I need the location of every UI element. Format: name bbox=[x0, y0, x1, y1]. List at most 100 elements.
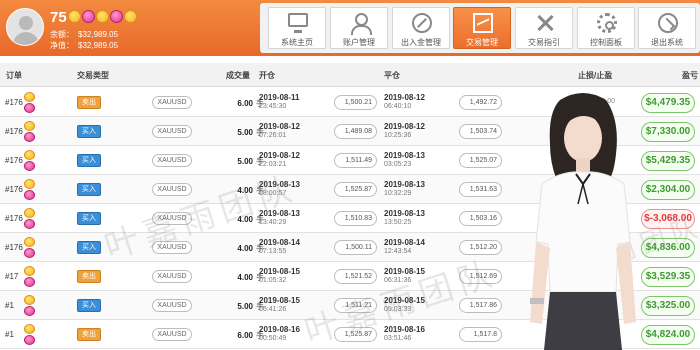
emoji-icon bbox=[24, 150, 38, 172]
open-datetime: 2019-08-14 07:13:55 bbox=[259, 238, 300, 256]
profit-badge: $5,429.35 bbox=[641, 151, 695, 171]
open-time: 00:50:49 bbox=[259, 335, 287, 342]
profit-badge: $7,330.00 bbox=[641, 122, 695, 142]
profit-badge: $2,304.00 bbox=[641, 180, 695, 200]
user-name-text: 75 bbox=[50, 9, 67, 26]
close-datetime: 2019-08-13 03:05:23 bbox=[384, 151, 425, 169]
volume-value: 5.00 bbox=[237, 302, 253, 311]
trade-type-badge: 买入 bbox=[77, 125, 101, 138]
open-price-pill: 1,500.21 bbox=[334, 95, 377, 110]
open-price-pill: 1,525.87 bbox=[334, 182, 377, 197]
emoji-icon bbox=[123, 10, 137, 23]
open-datetime: 2019-08-15 06:41:26 bbox=[259, 296, 300, 314]
symbol-pill: XAUUSD bbox=[152, 270, 192, 283]
nav-account[interactable]: 账户管理 bbox=[330, 7, 388, 49]
symbol-pill: XAUUSD bbox=[152, 299, 192, 312]
open-date: 2019-08-12 bbox=[259, 151, 300, 160]
header-order: 订单 bbox=[6, 71, 22, 80]
balance-value: $32,989.05 bbox=[78, 30, 119, 39]
close-datetime: 2019-08-13 13:50:25 bbox=[384, 209, 425, 227]
nav-logout[interactable]: 退出系统 bbox=[638, 7, 696, 49]
volume-cell: 6.00 手 bbox=[204, 98, 264, 109]
top-bar: 75 余额： $32,989.05 净值： $32,989.05 系统主页 账户管理… bbox=[0, 0, 700, 56]
volume-cell: 5.00 手 bbox=[204, 127, 264, 138]
symbol-pill: XAUUSD bbox=[152, 125, 192, 138]
close-time: 06:40:10 bbox=[384, 103, 412, 110]
open-date: 2019-08-15 bbox=[259, 267, 300, 276]
nav-funds[interactable]: 出入金管理 bbox=[392, 7, 450, 49]
avatar-body-shape bbox=[13, 32, 39, 45]
tools-icon bbox=[535, 13, 555, 33]
open-price-pill: 1,489.08 bbox=[334, 124, 377, 139]
nav-guide[interactable]: 交易指引 bbox=[515, 7, 573, 49]
balance-label: 余额： bbox=[50, 30, 74, 39]
close-price-pill: 1,503.16 bbox=[459, 211, 502, 226]
trade-type-badge: 卖出 bbox=[77, 96, 101, 109]
equity-value: $32,989.05 bbox=[78, 41, 119, 50]
close-time: 13:50:25 bbox=[384, 219, 412, 226]
close-date: 2019-08-13 bbox=[384, 151, 425, 160]
close-datetime: 2019-08-14 12:43:54 bbox=[384, 238, 425, 256]
close-price-pill: 1,531.63 bbox=[459, 182, 502, 197]
nav-label: 系统主页 bbox=[281, 38, 313, 47]
table-header: 订单 交易类型 成交量 开仓 平仓 止损/止盈 盈亏 bbox=[0, 63, 700, 87]
close-price-pill: 1,517.8 bbox=[459, 327, 502, 342]
balance-line: 余额： $32,989.05 bbox=[50, 29, 118, 40]
header-volume: 成交量 bbox=[226, 71, 250, 80]
equity-label: 净值： bbox=[50, 41, 74, 50]
emoji-icon bbox=[24, 324, 38, 346]
close-datetime: 2019-08-12 06:40:10 bbox=[384, 93, 425, 111]
trade-type-badge: 买入 bbox=[77, 299, 101, 312]
close-time: 03:05:23 bbox=[384, 161, 412, 168]
nav-home[interactable]: 系统主页 bbox=[268, 7, 326, 49]
close-date: 2019-08-13 bbox=[384, 209, 425, 218]
volume-value: 4.00 bbox=[237, 244, 253, 253]
profit-badge: $3,529.35 bbox=[641, 267, 695, 287]
user-name: 75 bbox=[50, 9, 137, 26]
model-photo bbox=[530, 93, 636, 350]
close-price-pill: 1,492.72 bbox=[459, 95, 502, 110]
open-time: 06:41:26 bbox=[259, 306, 287, 313]
emoji-icon bbox=[24, 266, 38, 288]
volume-value: 6.00 bbox=[237, 331, 253, 340]
equity-line: 净值： $32,989.05 bbox=[50, 40, 118, 51]
header-close: 平仓 bbox=[384, 71, 400, 80]
header-open: 开仓 bbox=[259, 71, 275, 80]
trade-type-badge: 买入 bbox=[77, 183, 101, 196]
header-profit: 盈亏 bbox=[682, 71, 698, 80]
header-type: 交易类型 bbox=[77, 71, 109, 80]
monitor-icon bbox=[288, 13, 308, 33]
open-datetime: 2019-08-11 23:45:30 bbox=[259, 93, 299, 111]
open-time: 07:13:55 bbox=[259, 248, 287, 255]
close-datetime: 2019-08-13 10:32:29 bbox=[384, 180, 425, 198]
close-date: 2019-08-12 bbox=[384, 122, 425, 131]
close-time: 12:43:54 bbox=[384, 248, 412, 255]
open-price-pill: 1,521.52 bbox=[334, 269, 377, 284]
open-date: 2019-08-11 bbox=[259, 93, 300, 102]
symbol-pill: XAUUSD bbox=[152, 96, 192, 109]
volume-value: 6.00 bbox=[237, 99, 253, 108]
nav-trading[interactable]: 交易管理 bbox=[453, 7, 511, 49]
open-date: 2019-08-15 bbox=[259, 296, 300, 305]
open-time: 07:26:01 bbox=[259, 132, 287, 139]
volume-cell: 5.00 手 bbox=[204, 156, 264, 167]
open-time: 23:45:30 bbox=[259, 103, 287, 110]
close-time: 10:32:29 bbox=[384, 190, 412, 197]
chart-icon bbox=[473, 13, 493, 33]
close-time: 03:51:46 bbox=[384, 335, 412, 342]
volume-value: 5.00 bbox=[237, 128, 253, 137]
volume-value: 4.00 bbox=[237, 273, 253, 282]
user-icon bbox=[350, 13, 372, 35]
open-date: 2019-08-12 bbox=[259, 122, 300, 131]
heart-emoji-icon bbox=[81, 10, 95, 23]
emoji-icon bbox=[24, 208, 38, 230]
gear-icon bbox=[597, 13, 617, 33]
close-time: 10:25:36 bbox=[384, 132, 412, 139]
open-date: 2019-08-14 bbox=[259, 238, 300, 247]
main-nav: 系统主页 账户管理 出入金管理 交易管理 交易指引 控制面板 退出系统 bbox=[260, 3, 700, 53]
close-date: 2019-08-12 bbox=[384, 93, 425, 102]
compass-icon bbox=[412, 13, 432, 33]
avatar[interactable] bbox=[6, 8, 44, 46]
open-price-pill: 1,511.49 bbox=[334, 153, 377, 168]
nav-control-panel[interactable]: 控制面板 bbox=[577, 7, 635, 49]
